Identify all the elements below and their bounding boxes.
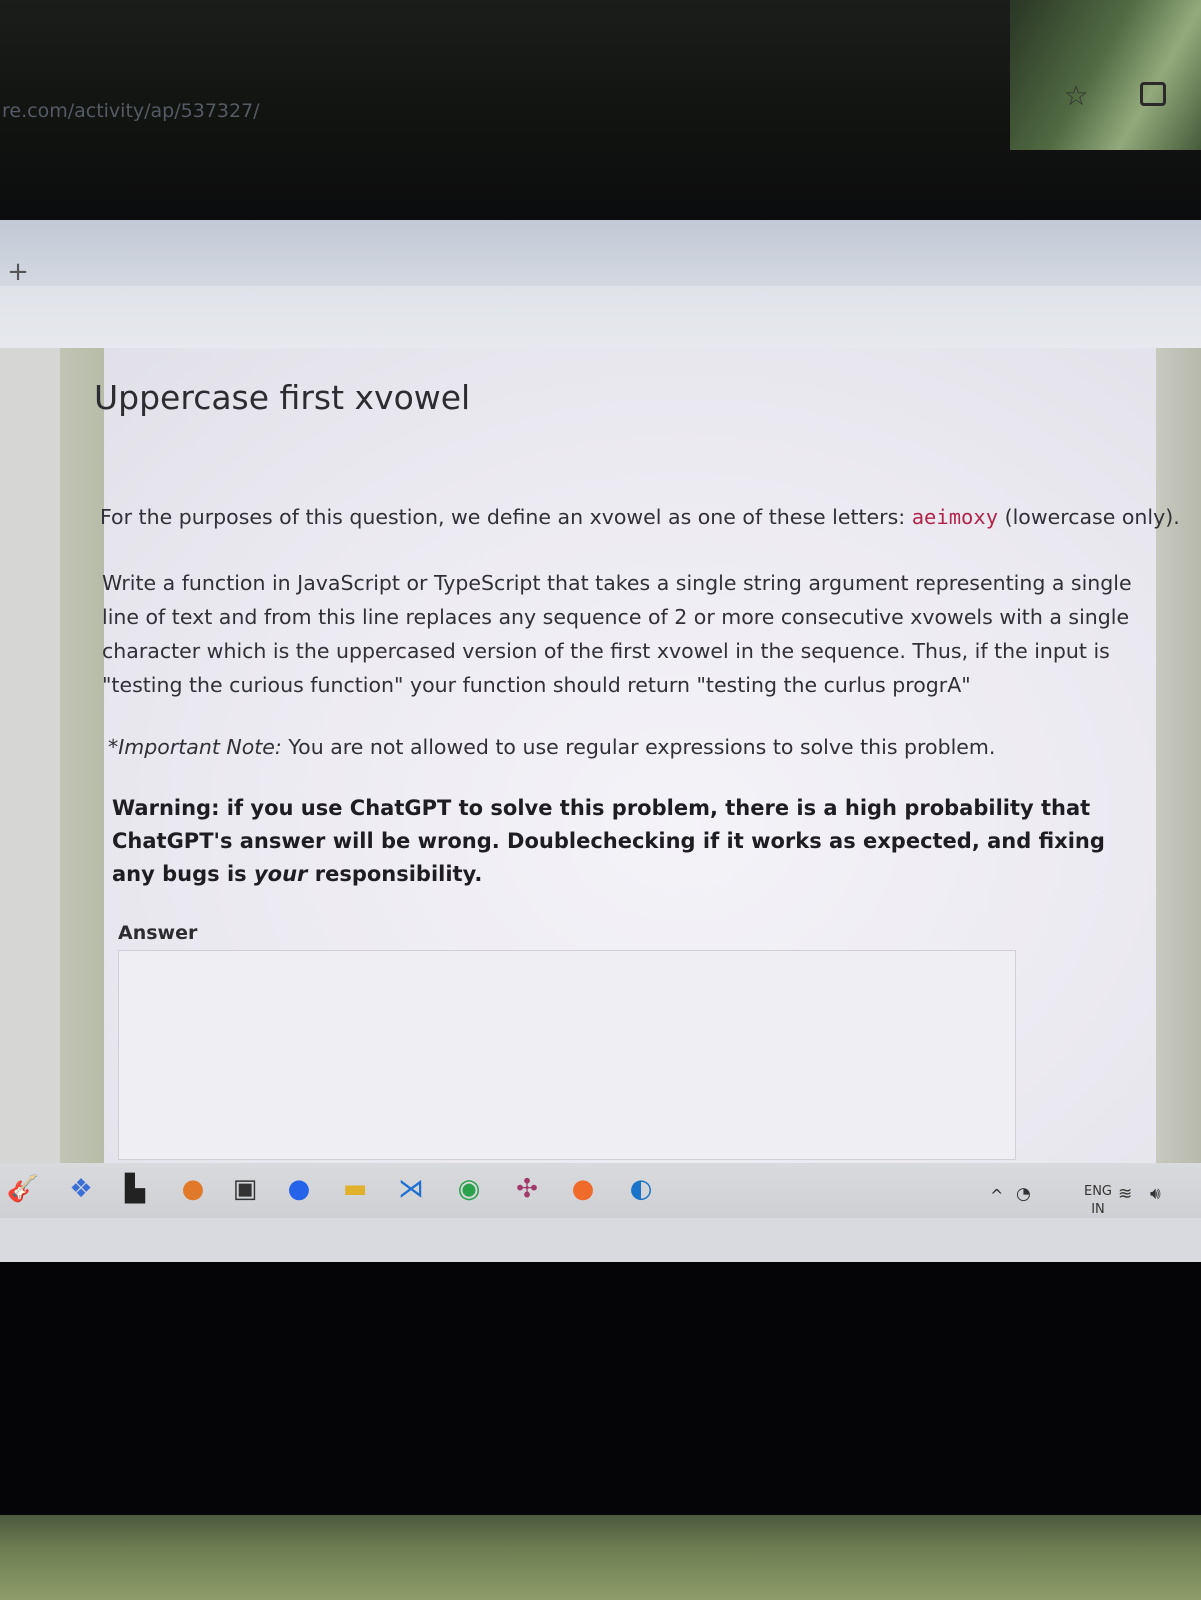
tab-strip: + xyxy=(0,220,1201,286)
desk-surface xyxy=(0,1515,1201,1600)
tray-chevron-up-icon[interactable]: ^ xyxy=(990,1186,1003,1205)
bookmark-star-icon[interactable]: ☆ xyxy=(1060,80,1092,112)
edge-icon[interactable]: ◐ xyxy=(624,1172,658,1206)
xvowel-definition: For the purposes of this question, we de… xyxy=(100,500,1180,534)
left-gutter xyxy=(0,348,60,1214)
language-indicator[interactable]: ENG IN xyxy=(1078,1183,1118,1219)
language-code: ENG xyxy=(1083,1184,1112,1199)
address-bar-url[interactable]: re.com/activity/ap/537327/ xyxy=(2,100,260,126)
folder-icon[interactable]: ▬ xyxy=(338,1172,372,1206)
postman-icon[interactable]: ● xyxy=(566,1172,600,1206)
xvowel-letters-code: aeimoxy xyxy=(911,505,999,529)
task-description: Write a function in JavaScript or TypeSc… xyxy=(102,571,1132,697)
new-tab-plus-icon[interactable]: + xyxy=(6,259,30,285)
note-text: You are not allowed to use regular expre… xyxy=(281,735,996,759)
important-note: *Important Note: You are not allowed to … xyxy=(108,730,1148,764)
definition-suffix: (lowercase only). xyxy=(998,505,1180,529)
copilot-icon[interactable]: ❖ xyxy=(64,1172,98,1206)
chatgpt-warning: Warning: if you use ChatGPT to solve thi… xyxy=(112,792,1112,891)
tray-app-icon[interactable]: ◔ xyxy=(1016,1184,1031,1204)
background-plant xyxy=(1010,0,1201,150)
note-label: *Important Note: xyxy=(108,735,282,759)
file-explorer-icon[interactable]: ▙ xyxy=(118,1172,152,1206)
laptop-bezel-bottom xyxy=(0,1262,1201,1512)
extensions-icon[interactable] xyxy=(1140,82,1166,106)
notification-app-icon[interactable]: ● xyxy=(176,1172,210,1206)
warning-suffix: responsibility. xyxy=(307,862,483,886)
definition-text: For the purposes of this question, we de… xyxy=(100,505,912,529)
left-sidebar-strip xyxy=(60,348,104,1214)
vscode-icon[interactable]: ⋊ xyxy=(394,1172,428,1206)
chrome-icon[interactable]: ◉ xyxy=(452,1172,486,1206)
answer-textarea[interactable] xyxy=(118,950,1016,1160)
region-code: IN xyxy=(1091,1202,1105,1217)
guitar-icon[interactable]: 🎸 xyxy=(6,1172,40,1206)
slack-icon[interactable]: ✣ xyxy=(510,1172,544,1206)
right-sidebar-strip xyxy=(1156,348,1201,1214)
terminal-icon[interactable]: ▣ xyxy=(228,1172,262,1206)
warning-emphasis: your xyxy=(253,862,308,886)
wifi-icon[interactable]: ≋ xyxy=(1118,1184,1132,1204)
volume-icon[interactable]: 🔊︎ xyxy=(1150,1184,1161,1204)
question-title: Uppercase first xvowel xyxy=(94,378,471,417)
browser-toolbar xyxy=(0,286,1201,348)
zoom-icon[interactable]: ● xyxy=(282,1172,316,1206)
answer-label: Answer xyxy=(118,922,198,944)
